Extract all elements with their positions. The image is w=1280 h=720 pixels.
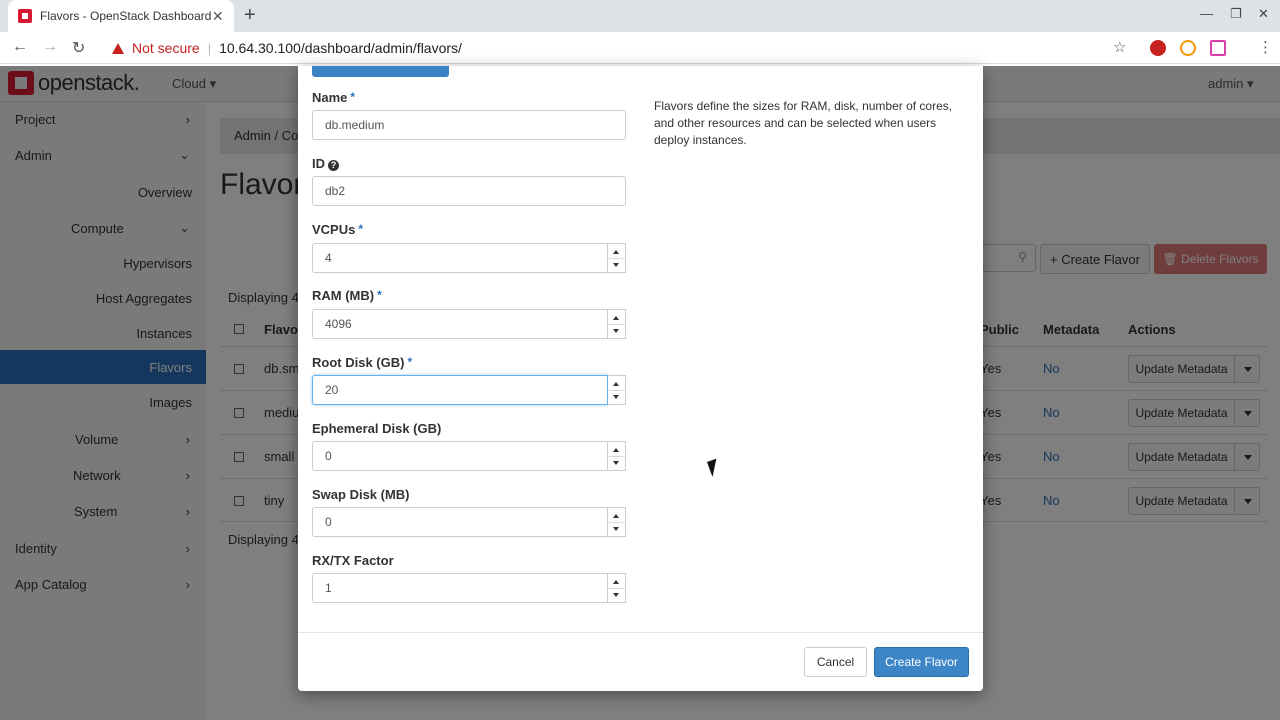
ephemeral-disk-spinner[interactable]: [608, 441, 626, 471]
omnibox-separator: |: [207, 40, 212, 56]
decrement-icon[interactable]: [613, 263, 619, 267]
bookmark-star-icon[interactable]: ☆: [1113, 38, 1126, 56]
tab-close-icon[interactable]: ✕: [211, 8, 224, 25]
security-label[interactable]: Not secure: [132, 40, 200, 56]
decrement-icon[interactable]: [613, 527, 619, 531]
back-icon[interactable]: ←: [12, 38, 28, 56]
address-bar: ← → ↻ Not secure | 10.64.30.100/dashboar…: [0, 32, 1280, 64]
forward-icon[interactable]: →: [42, 38, 58, 56]
modal-tab-flavor-information[interactable]: [312, 66, 449, 77]
swap-disk-label: Swap Disk (MB): [312, 487, 410, 502]
swap-disk-spinner[interactable]: [608, 507, 626, 537]
browser-menu-icon[interactable]: ⋮: [1258, 38, 1273, 56]
decrement-icon[interactable]: [613, 395, 619, 399]
decrement-icon[interactable]: [613, 461, 619, 465]
ephemeral-disk-label: Ephemeral Disk (GB): [312, 421, 442, 436]
adblock-extension-icon[interactable]: [1150, 40, 1166, 56]
close-window-icon[interactable]: ✕: [1258, 6, 1269, 22]
required-marker: *: [377, 288, 382, 302]
rxtx-factor-input[interactable]: [312, 573, 608, 603]
rxtx-factor-spinner[interactable]: [608, 573, 626, 603]
new-tab-button[interactable]: +: [244, 4, 256, 26]
root-disk-input[interactable]: [312, 375, 608, 405]
id-input[interactable]: [312, 176, 626, 206]
increment-icon[interactable]: [613, 250, 619, 254]
increment-icon[interactable]: [613, 316, 619, 320]
id-label: ID?: [312, 156, 339, 171]
name-label: Name *: [312, 90, 356, 105]
increment-icon[interactable]: [613, 514, 619, 518]
required-marker: *: [407, 355, 413, 369]
ephemeral-disk-input[interactable]: [312, 441, 608, 471]
required-marker: *: [358, 222, 364, 236]
flavor-description: Flavors define the sizes for RAM, disk, …: [654, 99, 953, 147]
rxtx-factor-label: RX/TX Factor: [312, 553, 394, 568]
increment-icon[interactable]: [613, 382, 619, 386]
vcpus-label: VCPUs *: [312, 222, 364, 237]
screenshot-extension-icon[interactable]: [1210, 40, 1226, 56]
restore-icon[interactable]: ❐: [1230, 6, 1242, 22]
openstack-favicon-icon: [18, 9, 32, 23]
required-marker: *: [350, 90, 356, 104]
help-icon[interactable]: ?: [328, 160, 339, 171]
reload-icon[interactable]: ↻: [72, 38, 85, 58]
increment-icon[interactable]: [613, 448, 619, 452]
cast-extension-icon[interactable]: [1180, 40, 1196, 56]
root-disk-spinner[interactable]: [608, 375, 626, 405]
ram-spinner[interactable]: [608, 309, 626, 339]
browser-tab[interactable]: Flavors - OpenStack Dashboard ✕: [8, 0, 234, 32]
increment-icon[interactable]: [613, 580, 619, 584]
cancel-button[interactable]: Cancel: [804, 647, 867, 677]
url-omnibox[interactable]: Not secure | 10.64.30.100/dashboard/admi…: [100, 36, 1140, 60]
tab-title: Flavors - OpenStack Dashboard: [40, 9, 212, 23]
browser-tab-strip: Flavors - OpenStack Dashboard ✕ + — ❐ ✕: [0, 0, 1280, 32]
vcpus-input[interactable]: [312, 243, 608, 273]
ram-input[interactable]: [312, 309, 608, 339]
url-text[interactable]: 10.64.30.100/dashboard/admin/flavors/: [219, 40, 462, 56]
create-flavor-modal: Name* ID? VCPUs* RAM (MB)* Root Disk (GB…: [298, 66, 983, 691]
modal-footer-divider: [298, 632, 983, 633]
root-disk-label: Root Disk (GB) *: [312, 355, 413, 370]
create-flavor-submit-button[interactable]: Create Flavor: [874, 647, 969, 677]
warning-icon: [112, 42, 124, 54]
minimize-icon[interactable]: —: [1200, 6, 1213, 21]
ram-label: RAM (MB) *: [312, 288, 382, 303]
decrement-icon[interactable]: [613, 593, 619, 597]
name-input[interactable]: [312, 110, 626, 140]
vcpus-spinner[interactable]: [608, 243, 626, 273]
decrement-icon[interactable]: [613, 329, 619, 333]
swap-disk-input[interactable]: [312, 507, 608, 537]
